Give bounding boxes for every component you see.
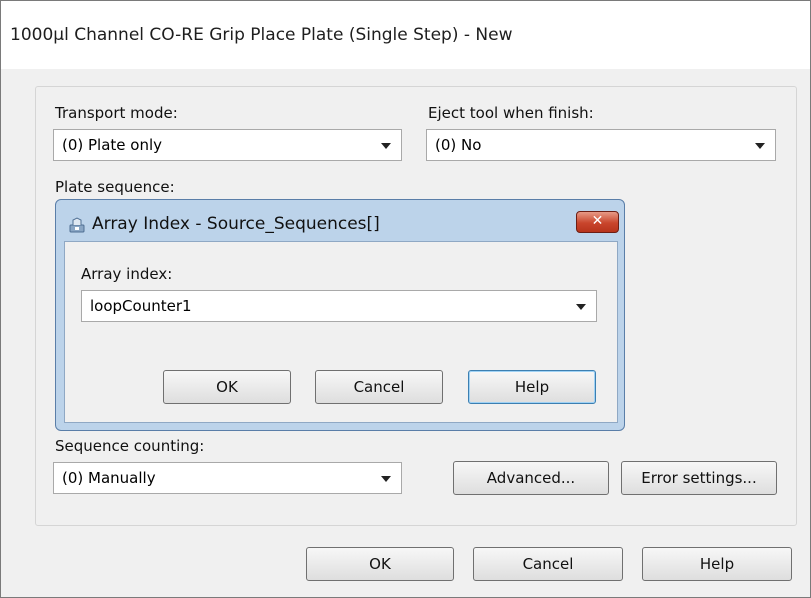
- chevron-down-icon: [381, 476, 391, 482]
- close-icon: ✕: [591, 213, 604, 229]
- eject-tool-label: Eject tool when finish:: [428, 104, 594, 122]
- help-button[interactable]: Help: [642, 547, 792, 581]
- title-bar: 1000µl Channel CO-RE Grip Place Plate (S…: [1, 1, 810, 69]
- array-index-dialog: Array Index - Source_Sequences[] ✕ Array…: [55, 199, 625, 431]
- sequence-counting-value: (0) Manually: [62, 469, 156, 487]
- cancel-button[interactable]: Cancel: [473, 547, 623, 581]
- array-index-label: Array index:: [81, 265, 173, 283]
- main-window: 1000µl Channel CO-RE Grip Place Plate (S…: [0, 0, 811, 598]
- sequence-counting-dropdown[interactable]: (0) Manually: [53, 462, 402, 494]
- ok-button[interactable]: OK: [306, 547, 454, 581]
- dialog-title: Array Index - Source_Sequences[]: [92, 214, 380, 234]
- array-index-icon: [68, 216, 86, 234]
- eject-tool-dropdown[interactable]: (0) No: [426, 129, 776, 161]
- transport-mode-dropdown[interactable]: (0) Plate only: [53, 129, 402, 161]
- close-button[interactable]: ✕: [576, 211, 619, 233]
- error-settings-button[interactable]: Error settings...: [621, 461, 777, 495]
- transport-mode-label: Transport mode:: [55, 104, 178, 122]
- chevron-down-icon: [755, 143, 765, 149]
- dialog-cancel-button[interactable]: Cancel: [315, 370, 443, 404]
- transport-mode-value: (0) Plate only: [62, 136, 163, 154]
- window-title: 1000µl Channel CO-RE Grip Place Plate (S…: [10, 25, 513, 45]
- chevron-down-icon: [576, 304, 586, 310]
- array-index-value: loopCounter1: [90, 297, 192, 315]
- advanced-button[interactable]: Advanced...: [453, 461, 609, 495]
- dialog-ok-button[interactable]: OK: [163, 370, 291, 404]
- dialog-help-button[interactable]: Help: [468, 370, 596, 404]
- dialog-body: Array index: loopCounter1 OK Cancel Help: [64, 241, 618, 423]
- chevron-down-icon: [381, 143, 391, 149]
- eject-tool-value: (0) No: [435, 136, 482, 154]
- plate-sequence-label: Plate sequence:: [55, 178, 175, 196]
- sequence-counting-label: Sequence counting:: [55, 437, 205, 455]
- array-index-dropdown[interactable]: loopCounter1: [81, 290, 597, 322]
